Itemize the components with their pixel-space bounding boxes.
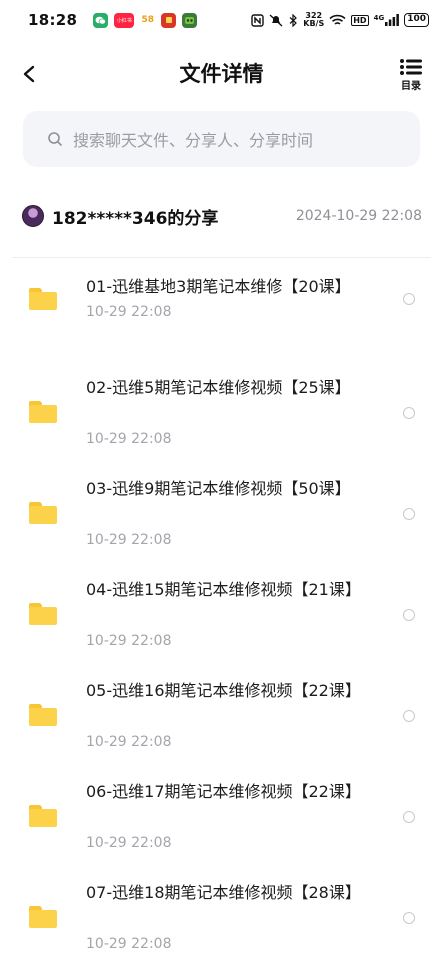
mute-icon: [269, 14, 283, 26]
folder-icon: [29, 603, 57, 625]
network-speed: 322 KB/S: [303, 11, 325, 28]
file-time: 10-29 22:08: [86, 304, 172, 320]
file-name: 04-迅维15期笔记本维修视频【21课】: [86, 580, 361, 599]
game-icon: [182, 12, 198, 28]
select-radio[interactable]: [403, 811, 415, 823]
hd-icon: HD: [351, 14, 369, 26]
file-item[interactable]: 03-迅维9期笔记本维修视频【50课】 10-29 22:08: [0, 468, 443, 569]
page-title: 文件详情: [179, 62, 264, 86]
folder-icon: [29, 502, 57, 524]
file-item[interactable]: 04-迅维15期笔记本维修视频【21课】 10-29 22:08: [0, 569, 443, 670]
file-item[interactable]: 06-迅维17期笔记本维修视频【22课】 10-29 22:08: [0, 771, 443, 872]
xiaohongshu-icon: 小红书: [114, 12, 135, 28]
nfc-icon: [251, 13, 264, 27]
wechat-icon: [93, 12, 109, 28]
file-item[interactable]: 05-迅维16期笔记本维修视频【22课】 10-29 22:08: [0, 670, 443, 771]
system-status: 322 KB/S HD 4G 100: [251, 12, 429, 28]
file-name: 01-迅维基地3期笔记本维修【20课】: [86, 277, 351, 296]
select-radio[interactable]: [403, 912, 415, 924]
folder-icon: [29, 805, 57, 827]
notification-icons: 小红书 58: [93, 12, 198, 28]
file-time: 10-29 22:08: [86, 431, 172, 447]
status-time: 18:28: [28, 11, 78, 29]
file-list: 01-迅维基地3期笔记本维修【20课】 10-29 22:08 02-迅维5期笔…: [0, 266, 443, 960]
folder-icon: [29, 906, 57, 928]
app-icon: [161, 12, 177, 28]
list-icon: [400, 59, 422, 75]
avatar[interactable]: [22, 205, 44, 227]
file-time: 10-29 22:08: [86, 936, 172, 952]
share-user: 182*****346的分享: [52, 208, 219, 229]
share-header: 182*****346的分享 2024-10-29 22:08: [22, 201, 422, 231]
status-bar: 18:28 小红书 58 322 KB/S HD 4G 100: [0, 0, 443, 40]
folder-icon: [29, 704, 57, 726]
bluetooth-icon: [289, 13, 298, 27]
file-time: 10-29 22:08: [86, 532, 172, 548]
folder-icon: [29, 401, 57, 423]
file-time: 10-29 22:08: [86, 633, 172, 649]
search-placeholder: 搜索聊天文件、分享人、分享时间: [73, 131, 314, 150]
file-name: 06-迅维17期笔记本维修视频【22课】: [86, 782, 361, 801]
file-name: 02-迅维5期笔记本维修视频【25课】: [86, 378, 351, 397]
select-radio[interactable]: [403, 293, 415, 305]
58-icon: 58: [140, 12, 156, 28]
file-item[interactable]: 02-迅维5期笔记本维修视频【25课】 10-29 22:08: [0, 367, 443, 468]
share-time: 2024-10-29 22:08: [295, 208, 422, 224]
select-radio[interactable]: [403, 508, 415, 520]
select-radio[interactable]: [403, 609, 415, 621]
search-icon: [48, 132, 62, 146]
file-name: 05-迅维16期笔记本维修视频【22课】: [86, 681, 361, 700]
select-radio[interactable]: [403, 407, 415, 419]
divider: [12, 257, 431, 258]
catalog-label: 目录: [401, 81, 421, 92]
top-navigation: 文件详情 目录: [0, 48, 443, 100]
file-item[interactable]: 01-迅维基地3期笔记本维修【20课】 10-29 22:08: [0, 266, 443, 367]
file-time: 10-29 22:08: [86, 835, 172, 851]
wifi-icon: [329, 14, 346, 25]
file-name: 03-迅维9期笔记本维修视频【50课】: [86, 479, 351, 498]
file-item[interactable]: 07-迅维18期笔记本维修视频【28课】 10-29 22:08: [0, 872, 443, 960]
select-radio[interactable]: [403, 710, 415, 722]
file-time: 10-29 22:08: [86, 734, 172, 750]
search-input[interactable]: 搜索聊天文件、分享人、分享时间: [23, 111, 420, 167]
battery-indicator: 100: [404, 13, 429, 27]
folder-icon: [29, 288, 57, 310]
catalog-button[interactable]: 目录: [393, 58, 429, 94]
signal-icon: 4G: [374, 14, 400, 26]
file-name: 07-迅维18期笔记本维修视频【28课】: [86, 883, 361, 902]
